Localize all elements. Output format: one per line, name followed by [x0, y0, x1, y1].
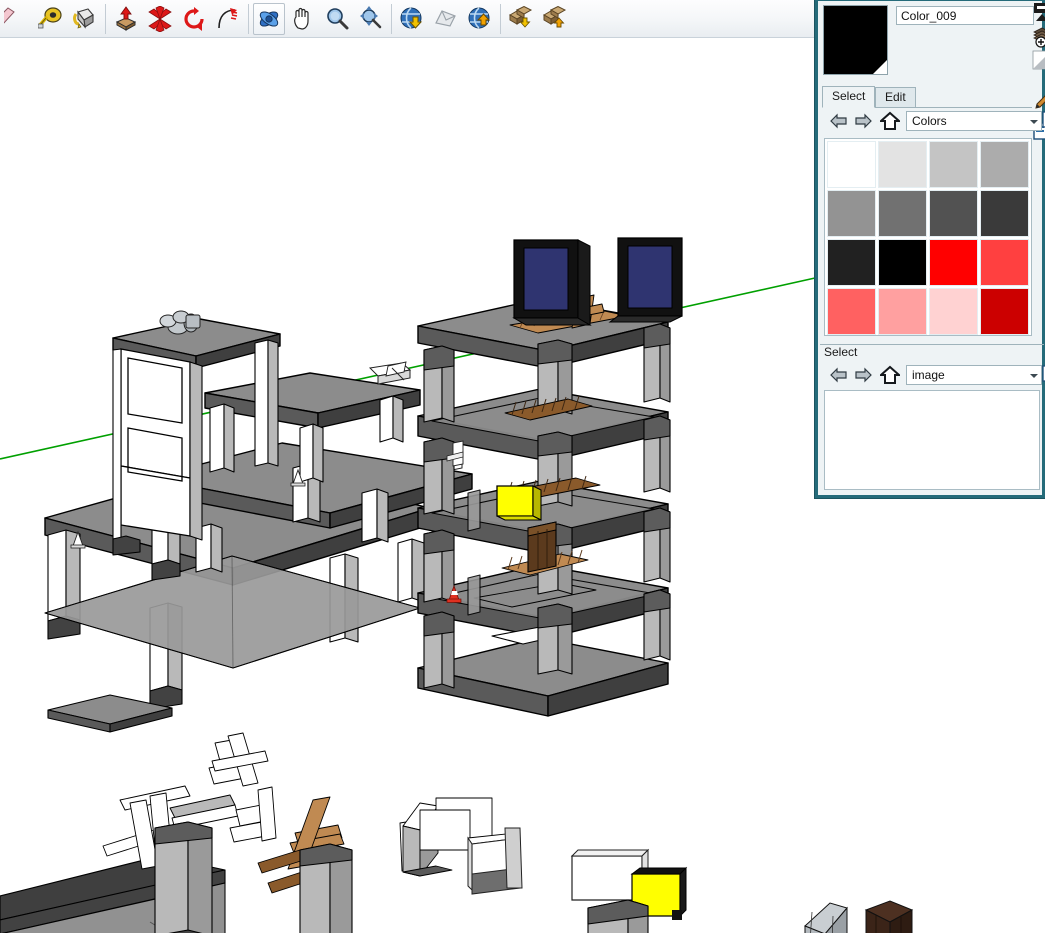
material-swatch[interactable]	[827, 141, 876, 188]
second-library-combo[interactable]: image	[906, 365, 1042, 385]
materials-panel-side-icons	[1032, 1, 1045, 140]
material-swatch[interactable]	[878, 190, 927, 237]
cylinder-component-dark	[864, 900, 914, 933]
pan-hand-icon[interactable]	[287, 3, 319, 35]
chevron-down-icon	[1030, 120, 1038, 124]
create-material-icon[interactable]	[1032, 26, 1045, 48]
material-header: Color_009	[822, 3, 1044, 83]
material-swatch[interactable]	[929, 190, 978, 237]
zoom-magnifier-icon[interactable]	[321, 3, 353, 35]
exploded-components	[0, 694, 914, 933]
second-library-value: image	[912, 368, 945, 382]
material-swatch-list[interactable]	[824, 138, 1032, 336]
toolbar-group-modification-tools	[109, 0, 245, 37]
sketchup-window: .o { stroke:#000; stroke-width:1.4; stro…	[0, 0, 1045, 933]
materials-panel: Color_009 Select Edit Colors Select imag…	[815, 0, 1045, 498]
tab-select[interactable]: Select	[822, 86, 876, 108]
eyedropper-icon[interactable]	[1032, 88, 1045, 110]
material-swatch[interactable]	[878, 141, 927, 188]
material-swatch[interactable]	[980, 190, 1029, 237]
toolbar-separator	[105, 3, 106, 34]
globe-download-icon[interactable]	[396, 3, 428, 35]
tape-measure-icon[interactable]	[35, 3, 67, 35]
toolbar-separator	[391, 3, 392, 34]
formwork-component-2	[467, 827, 523, 895]
material-swatch[interactable]	[980, 141, 1029, 188]
material-swatch[interactable]	[878, 288, 927, 335]
column-component-left	[154, 821, 213, 933]
material-preview-corner-icon	[873, 60, 887, 74]
material-swatch[interactable]	[878, 239, 927, 286]
nav-home-icon[interactable]	[878, 111, 902, 131]
transparency-swatch-icon[interactable]	[1032, 50, 1045, 72]
material-name-field[interactable]: Color_009	[896, 6, 1034, 25]
second-section-title: Select	[824, 345, 858, 359]
materials-nav-row: Colors	[824, 109, 1042, 133]
second-nav-back-icon[interactable]	[830, 366, 848, 384]
rotate-icon[interactable]	[178, 3, 210, 35]
materials-tabs: Select Edit	[822, 85, 1032, 108]
toolbar-separator	[248, 3, 249, 34]
toolbar-group-component-tools	[504, 0, 572, 37]
orbit-icon[interactable]	[253, 2, 285, 35]
cylinder-component-light	[804, 902, 848, 933]
tab-edit[interactable]: Edit	[875, 87, 916, 107]
material-swatch-grid	[825, 139, 1031, 335]
toolbar-group-camera-tools	[252, 0, 388, 37]
globe-upload-icon[interactable]	[464, 3, 496, 35]
earth-placemark-icon[interactable]	[430, 3, 462, 35]
second-nav-home-icon[interactable]	[878, 365, 902, 385]
white-plank-group-1	[208, 732, 269, 787]
white-plank-group-3	[229, 786, 277, 843]
material-swatch[interactable]	[827, 239, 876, 286]
nav-forward-icon[interactable]	[854, 112, 872, 130]
collapse-panel-icon[interactable]	[1032, 2, 1045, 24]
paint-bucket-icon[interactable]	[69, 3, 101, 35]
nav-back-icon[interactable]	[830, 112, 848, 130]
toolbar-separator	[500, 3, 501, 34]
materials-panel-body: Color_009 Select Edit Colors Select imag…	[818, 1, 1045, 495]
material-swatch[interactable]	[980, 288, 1029, 335]
material-swatch[interactable]	[827, 190, 876, 237]
blue-panel-right	[608, 237, 683, 323]
push-pull-icon[interactable]	[110, 3, 142, 35]
material-swatch[interactable]	[929, 288, 978, 335]
component-download-icon[interactable]	[505, 3, 537, 35]
material-preview-swatch[interactable]	[823, 5, 888, 75]
second-nav-row: image	[824, 363, 1042, 387]
toolbar-group-drawing-tools	[0, 0, 102, 37]
follow-me-icon[interactable]	[212, 3, 244, 35]
second-nav-forward-icon[interactable]	[854, 366, 872, 384]
component-upload-icon[interactable]	[539, 3, 571, 35]
second-section-list[interactable]	[824, 390, 1040, 490]
small-bench-objects	[368, 361, 412, 385]
material-swatch[interactable]	[929, 141, 978, 188]
column-component-right	[299, 843, 353, 933]
move-icon[interactable]	[144, 3, 176, 35]
material-swatch[interactable]	[929, 239, 978, 286]
zoom-extents-icon[interactable]	[355, 3, 387, 35]
chevron-down-icon	[1030, 374, 1038, 378]
left-building-structure	[44, 310, 473, 710]
column-component-small	[587, 899, 649, 933]
toolbar-group-warehouse-tools	[395, 0, 497, 37]
wood-post	[527, 521, 557, 573]
blue-panel-left	[512, 239, 592, 326]
material-library-value: Colors	[912, 114, 947, 128]
material-library-combo[interactable]: Colors	[906, 111, 1042, 131]
material-swatch[interactable]	[827, 288, 876, 335]
yellow-panel-floor2	[496, 485, 542, 521]
material-swatch[interactable]	[980, 239, 1029, 286]
paint-bucket-partial-icon[interactable]	[1, 3, 33, 35]
